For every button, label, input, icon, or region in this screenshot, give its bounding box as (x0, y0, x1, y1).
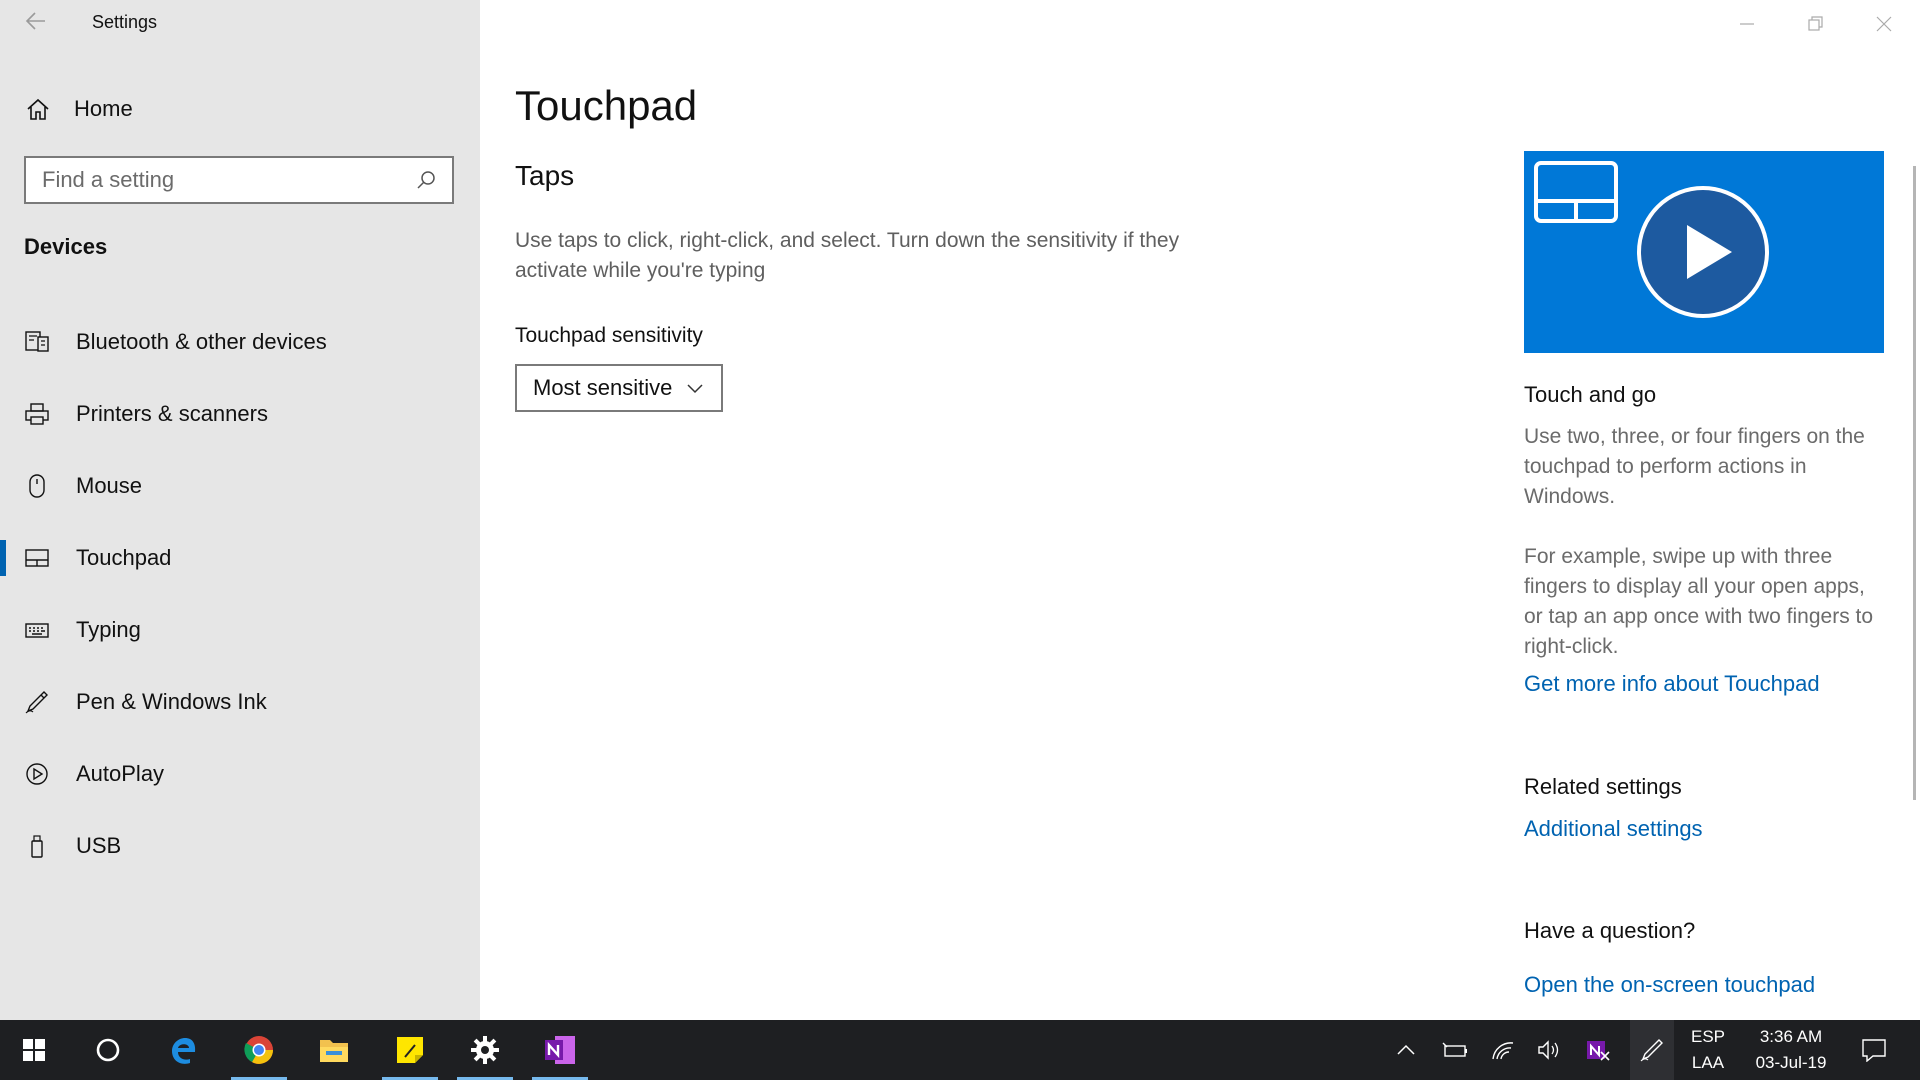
onscreen-touchpad-link[interactable]: Open the on-screen touchpad (1524, 972, 1815, 998)
scrollbar[interactable] (1913, 166, 1916, 800)
sidebar-item-label: AutoPlay (76, 761, 165, 786)
section-title-taps: Taps (515, 160, 575, 191)
sidebar-item-typing[interactable]: Typing (0, 594, 480, 666)
sidebar-item-label: Bluetooth & other devices (76, 329, 327, 354)
info-text-2: For example, swipe up with three fingers… (1524, 545, 1874, 658)
sidebar-item-label: Mouse (76, 473, 143, 498)
additional-settings-link[interactable]: Additional settings (1524, 816, 1703, 842)
notification-icon (1862, 1039, 1886, 1062)
sidebar-item-label: Touchpad (76, 545, 172, 570)
restore-icon (1808, 16, 1823, 31)
wifi-icon (1492, 1042, 1514, 1060)
pen-icon (1640, 1039, 1663, 1062)
section-heading-devices: Devices (24, 234, 108, 259)
sensitivity-value: Most sensitive (533, 375, 673, 400)
touchpad-icon (22, 543, 52, 573)
input-language-button[interactable]: ESP LAA (1680, 1020, 1736, 1080)
battery-tray-button[interactable] (1436, 1020, 1474, 1080)
sidebar-item-usb[interactable]: USB (0, 810, 480, 882)
usb-icon (22, 831, 52, 861)
play-icon (1637, 186, 1769, 318)
taps-description: Use taps to click, right-click, and sele… (515, 229, 1180, 282)
page-title: Touchpad (515, 82, 698, 129)
close-icon (1876, 16, 1892, 32)
file-explorer-taskbar-button[interactable] (300, 1020, 368, 1080)
close-button[interactable] (1850, 0, 1918, 48)
sidebar-item-autoplay[interactable]: AutoPlay (0, 738, 480, 810)
sticky-notes-icon (397, 1037, 423, 1063)
search-input[interactable] (26, 166, 412, 194)
bluetooth-devices-icon (22, 327, 52, 357)
cortana-button[interactable] (74, 1020, 142, 1080)
onenote-icon (545, 1036, 575, 1064)
volume-tray-button[interactable] (1530, 1020, 1568, 1080)
sensitivity-dropdown[interactable]: Most sensitive (515, 364, 723, 412)
cortana-circle-icon (96, 1038, 120, 1062)
sidebar-item-touchpad[interactable]: Touchpad (0, 522, 480, 594)
sidebar-item-label: Pen & Windows Ink (76, 689, 267, 714)
sidebar-item-bluetooth[interactable]: Bluetooth & other devices (0, 306, 480, 378)
speaker-icon (1538, 1040, 1559, 1060)
windows-logo-icon (23, 1039, 45, 1061)
minimize-icon (1740, 23, 1754, 25)
chrome-taskbar-button[interactable] (225, 1020, 293, 1080)
edge-icon (172, 1038, 196, 1064)
sidebar-item-pen[interactable]: Pen & Windows Ink (0, 666, 480, 738)
edge-taskbar-button[interactable] (150, 1020, 218, 1080)
minimize-button[interactable] (1713, 0, 1781, 48)
chevron-down-icon (683, 376, 707, 400)
autoplay-icon (22, 759, 52, 789)
home-nav-item[interactable]: Home (24, 92, 133, 126)
video-heading: Touch and go (1524, 382, 1657, 407)
more-info-link[interactable]: Get more info about Touchpad (1524, 671, 1820, 697)
show-hidden-icons-button[interactable] (1390, 1020, 1422, 1080)
sidebar-item-printers[interactable]: Printers & scanners (0, 378, 480, 450)
touchpad-video-thumbnail[interactable] (1524, 151, 1884, 353)
sticky-notes-taskbar-button[interactable] (376, 1020, 444, 1080)
printer-icon (22, 399, 52, 429)
onenote-tray-button[interactable] (1578, 1020, 1618, 1080)
folder-icon (320, 1040, 348, 1062)
touchpad-illustration-icon (1534, 161, 1618, 223)
clock-button[interactable]: 3:36 AM 03-Jul-19 (1746, 1020, 1836, 1080)
back-arrow-icon[interactable] (22, 10, 50, 38)
devices-nav: Bluetooth & other devices Printers & sca… (0, 306, 480, 882)
keyboard-layout-code: LAA (1691, 1053, 1725, 1072)
settings-taskbar-button[interactable] (451, 1020, 519, 1080)
gear-icon (471, 1036, 499, 1064)
pen-icon (22, 687, 52, 717)
restore-button[interactable] (1781, 0, 1849, 48)
sidebar-item-label: Printers & scanners (76, 401, 268, 426)
related-settings-heading: Related settings (1524, 774, 1682, 799)
network-tray-button[interactable] (1484, 1020, 1522, 1080)
sidebar-item-mouse[interactable]: Mouse (0, 450, 480, 522)
clock-time: 3:36 AM (1759, 1027, 1823, 1046)
battery-icon (1442, 1042, 1467, 1057)
search-box[interactable] (24, 156, 454, 204)
home-label: Home (74, 96, 133, 121)
chevron-up-icon (1397, 1044, 1415, 1055)
sensitivity-label: Touchpad sensitivity (515, 324, 703, 347)
sidebar-item-label: Typing (76, 617, 141, 642)
chrome-icon (244, 1036, 273, 1064)
search-icon[interactable] (412, 166, 440, 194)
sidebar: Settings Home Devices Bluetooth & other … (0, 0, 480, 1020)
windows-ink-tray-button[interactable] (1630, 1020, 1674, 1080)
clock-date: 03-Jul-19 (1755, 1053, 1827, 1072)
mouse-icon (22, 471, 52, 501)
home-icon (24, 95, 52, 123)
keyboard-icon (22, 615, 52, 645)
language-code: ESP (1690, 1027, 1726, 1046)
app-title: Settings (92, 12, 158, 32)
start-button[interactable] (0, 1020, 68, 1080)
onenote-taskbar-button[interactable] (526, 1020, 594, 1080)
action-center-button[interactable] (1846, 1020, 1902, 1080)
onenote-clip-icon (1587, 1041, 1610, 1061)
question-heading: Have a question? (1524, 918, 1696, 943)
sidebar-item-label: USB (76, 833, 122, 858)
info-text-1: Use two, three, or four fingers on the t… (1524, 425, 1865, 508)
